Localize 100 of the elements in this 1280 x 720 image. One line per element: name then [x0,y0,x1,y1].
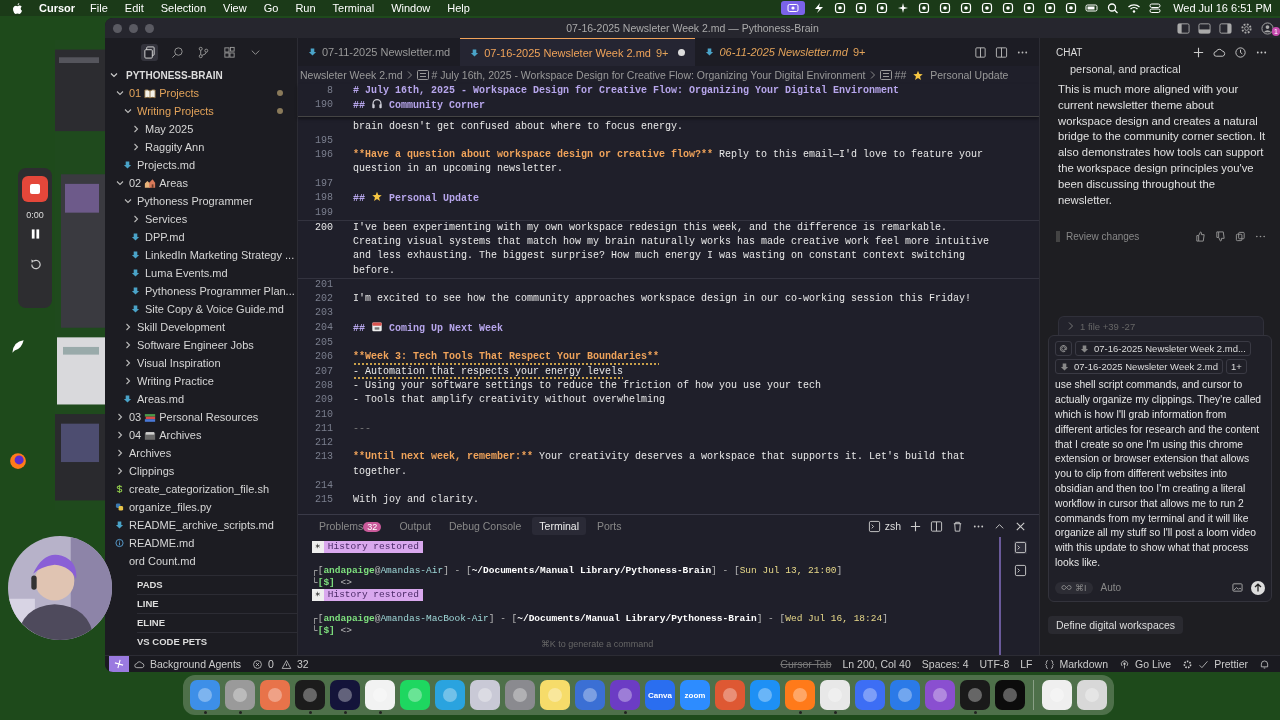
app-status-icon[interactable] [833,2,848,14]
app-icon[interactable] [750,680,780,710]
apple-logo-icon[interactable] [12,1,23,15]
status-item[interactable]: Background Agents [150,658,242,670]
image-icon[interactable] [1232,582,1243,594]
app-icon[interactable] [505,680,535,710]
menu-item[interactable]: Run [295,2,316,14]
plus-icon[interactable] [909,519,922,533]
sidebar-toggle-icon[interactable] [1177,21,1190,35]
editor-tab[interactable]: 06-11-2025 Newsletter.md 9+ [695,38,876,66]
panel-header[interactable]: PADS [137,575,297,594]
app-icon[interactable] [260,680,290,710]
editor-tab[interactable]: 07-11-2025 Newsletter.md [298,38,461,66]
gear-icon[interactable] [1182,658,1194,670]
split-terminal-icon[interactable] [930,519,943,533]
menu-item[interactable]: View [223,2,247,14]
status-item[interactable]: Go Live [1134,658,1172,670]
explorer-folder[interactable]: 04 Archives [115,426,297,444]
terminal-icon[interactable] [1013,541,1027,554]
explorer-folder[interactable]: Raggity Ann [131,138,297,156]
app-status-icon[interactable] [854,2,869,14]
explorer-file[interactable]: Pythoness Programmer Plan... [131,282,297,300]
panel-toggle-icon[interactable] [1198,21,1211,35]
menu-item[interactable]: File [90,2,108,14]
thumbs-down-icon[interactable] [1215,231,1226,243]
copy-icon[interactable] [1235,231,1246,243]
app-icon[interactable] [1042,680,1072,710]
suggestion-button[interactable]: Define digital workspaces [1048,615,1184,634]
split-editor-icon[interactable] [995,45,1008,59]
secondary-sidebar-icon[interactable] [1219,21,1232,35]
panel-header[interactable]: LINE [137,594,297,613]
editor-tab[interactable]: 07-16-2025 Newsleter Week 2.md 9+ [460,38,696,66]
app-menu[interactable]: Cursor [39,2,76,14]
source-control-icon[interactable] [197,45,210,59]
chat-input[interactable]: use shell script commands, and cursor to actually organize my clippings. They're called which is how I'll grab information from different articles for research and the content that I create so one I'm using this chrome extension or browser extension that allows you to clip from different websites into obsidian and then too I'm creating a literal workflow in cursor that allows me to run 2 commands from my terminal and it will like organize all my stuff so I'll post a loom video with this update to show what that process looks like. [1055,378,1265,571]
app-status-icon[interactable] [917,2,932,14]
explorer-folder[interactable]: Visual Inspiration [123,354,297,372]
files-icon[interactable] [141,43,158,61]
explorer-file[interactable]: create_categorization_file.sh [115,480,297,498]
app-icon[interactable] [400,680,430,710]
status-item[interactable]: UTF-8 [979,658,1010,670]
explorer-folder[interactable]: Services [131,210,297,228]
restart-icon[interactable] [28,258,42,271]
feather-icon[interactable] [9,338,27,356]
warning-count[interactable]: 32 [296,658,309,670]
app-icon[interactable] [9,452,27,470]
status-item[interactable]: Prettier [1214,658,1248,670]
app-icon[interactable] [785,680,815,710]
battery-icon[interactable] [1085,2,1100,14]
menu-bar-clock[interactable]: Wed Jul 16 6:51 PM [1173,2,1272,14]
status-item[interactable]: Ln 200, Col 40 [842,658,911,670]
app-icon[interactable] [995,680,1025,710]
explorer-file[interactable]: README_archive_scripts.md [115,516,297,534]
explorer-folder[interactable]: 02 Areas [115,174,297,192]
app-icon[interactable] [295,680,325,710]
explorer-file[interactable]: Areas.md [123,390,297,408]
status-item[interactable]: Spaces: 4 [921,658,969,670]
file-chip[interactable]: 07-16-2025 Newsleter Week 2.md [1055,359,1223,375]
app-icon[interactable] [225,680,255,710]
explorer-file[interactable]: README.md [115,534,297,552]
explorer-file[interactable]: DPP.md [131,228,297,246]
app-icon[interactable]: Canva [645,680,675,710]
explorer-file[interactable]: Site Copy & Voice Guide.md [131,300,297,318]
menu-item[interactable]: Terminal [332,2,375,14]
explorer-folder[interactable]: 03 Personal Resources [115,408,297,426]
app-status-icon[interactable] [1064,2,1079,14]
explorer-folder[interactable]: 01 Projects [115,84,297,102]
model-selector[interactable]: Auto [1100,582,1122,594]
control-center-icon[interactable] [1148,2,1163,14]
stop-recording-button[interactable] [22,176,48,202]
app-status-icon[interactable] [1022,2,1037,14]
panel-tab[interactable]: Problems 32 [312,517,389,535]
explorer-file[interactable]: organize_files.py [115,498,297,516]
breadcrumb-item[interactable]: Newsleter Week 2.md [300,69,403,81]
error-count[interactable]: 0 [268,658,274,670]
panel-tab[interactable]: Output [392,517,438,535]
explorer-folder[interactable]: Skill Development [123,318,297,336]
panel-header[interactable]: ELINE [137,613,297,632]
history-icon[interactable] [1234,45,1247,59]
explorer-folder[interactable]: Writing Projects [123,102,297,120]
account-icon[interactable] [1261,21,1274,35]
menu-item[interactable]: Window [391,2,431,14]
trash-icon[interactable] [951,519,964,533]
app-status-icon[interactable] [980,2,995,14]
app-status-icon[interactable] [875,2,890,14]
app-icon[interactable] [330,680,360,710]
settings-icon[interactable] [1240,21,1253,35]
app-icon[interactable] [960,680,990,710]
explorer-folder[interactable]: Clippings [115,462,297,480]
explorer-file[interactable]: ord Count.md [115,552,297,570]
app-icon[interactable] [820,680,850,710]
search-icon[interactable] [1106,2,1121,14]
review-changes-link[interactable]: Review changes [1056,231,1140,243]
remote-icon[interactable] [109,656,129,672]
panel-tab[interactable]: Terminal [532,517,586,535]
explorer-root[interactable]: PYTHONESS-BRAIN [105,66,297,84]
breadcrumb-item[interactable]: # July 16th, 2025 - Workspace Design for Creative Flow: Organizing Your Digital Environment [431,69,866,81]
terminal-icon[interactable] [1013,564,1027,577]
panel-header[interactable]: VS CODE PETS [137,632,297,651]
more-chip[interactable]: 1+ [1226,359,1247,375]
